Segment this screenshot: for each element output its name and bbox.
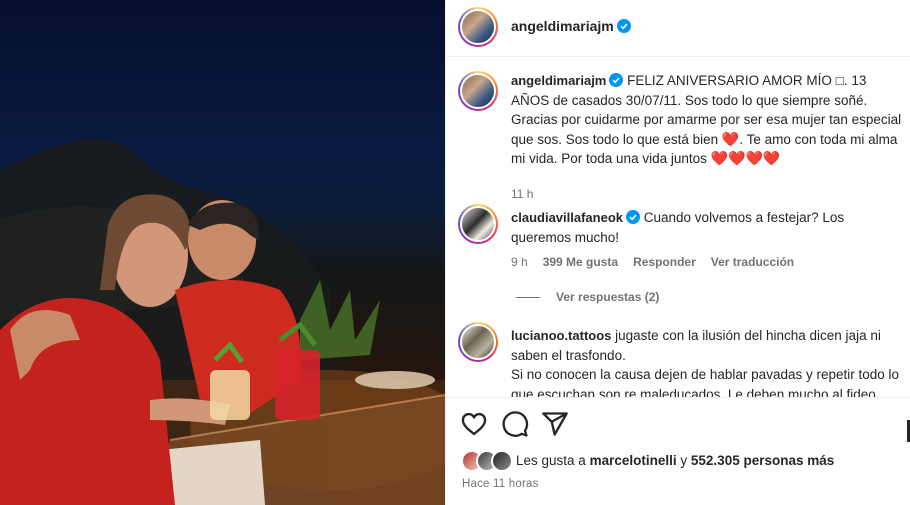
post-photo[interactable] — [0, 0, 445, 505]
verified-badge-icon — [609, 73, 624, 87]
caption-time[interactable]: 11 h — [511, 187, 533, 201]
comments-list[interactable]: angeldimariajm FELIZ ANIVERSARIO AMOR MÍ… — [446, 57, 910, 397]
commenter-avatar[interactable] — [458, 322, 498, 362]
post-header: angeldimariajm — [446, 0, 910, 57]
view-replies-button[interactable]: Ver respuestas (2) — [516, 290, 659, 304]
likes-user[interactable]: marcelotinelli — [590, 453, 677, 468]
comment-text: claudiavillafaneok Cuando volvemos a fes… — [511, 208, 906, 247]
post-details-panel: angeldimariajm angeldimariajm FELIZ ANIV… — [445, 0, 910, 505]
caption-text: angeldimariajm FELIZ ANIVERSARIO AMOR MÍ… — [511, 71, 906, 169]
likes-prefix: Les gusta a — [516, 453, 586, 468]
comment-username[interactable]: lucianoo.tattoos — [511, 328, 611, 343]
comment-icon[interactable] — [501, 410, 529, 438]
likes-others[interactable]: 552.305 personas más — [691, 453, 834, 468]
author-avatar[interactable] — [458, 7, 498, 47]
verified-badge-icon — [626, 210, 640, 224]
photo-illustration — [0, 138, 445, 505]
heart-outline-icon[interactable] — [460, 410, 488, 438]
commenter-avatar[interactable] — [458, 204, 498, 244]
verified-badge-icon — [616, 19, 631, 33]
caption-meta: 11 h — [511, 187, 548, 201]
likes-text: Les gusta a marcelotinelli y 552.305 per… — [516, 453, 834, 468]
view-replies-label[interactable]: Ver respuestas (2) — [556, 290, 659, 304]
caption-author-avatar[interactable] — [458, 71, 498, 111]
comment-text: lucianoo.tattoos jugaste con la ilusión … — [511, 326, 906, 397]
comment-likes[interactable]: 399 Me gusta — [543, 255, 618, 269]
instagram-post-view: angeldimariajm angeldimariajm FELIZ ANIV… — [0, 0, 910, 505]
likes-joiner: y — [680, 453, 688, 468]
caption-username[interactable]: angeldimariajm — [511, 73, 606, 88]
post-actions: Les gusta a marcelotinelli y 552.305 per… — [446, 397, 910, 505]
comment-meta: 9 h 399 Me gusta Responder Ver traducción — [511, 255, 809, 269]
translate-button[interactable]: Ver traducción — [711, 255, 794, 269]
author-username[interactable]: angeldimariajm — [511, 18, 631, 34]
comment-username[interactable]: claudiavillafaneok — [511, 210, 623, 225]
caption-text-part: FELIZ ANIVERSARIO AMOR MÍO — [627, 73, 836, 88]
caption-box-glyph: □ — [835, 73, 844, 88]
heart-emoji: ❤️ — [721, 130, 740, 147]
hearts-emoji: ❤️❤️❤️❤️ — [710, 150, 781, 166]
author-username-text[interactable]: angeldimariajm — [511, 18, 614, 34]
liker-avatar — [491, 450, 513, 472]
posted-ago[interactable]: Hace 11 horas — [462, 478, 539, 490]
reply-button[interactable]: Responder — [633, 255, 696, 269]
comment-time[interactable]: 9 h — [511, 255, 528, 269]
replies-divider — [516, 297, 540, 299]
share-icon[interactable] — [541, 410, 569, 438]
comment-body: Si no conocen la causa dejen de hablar p… — [511, 367, 900, 397]
